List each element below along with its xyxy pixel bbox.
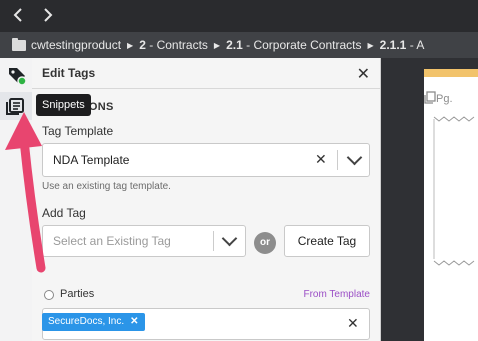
or-badge: or <box>254 232 276 254</box>
tag-icon[interactable] <box>6 64 27 86</box>
back-arrow-icon[interactable] <box>10 6 28 24</box>
tag-template-select[interactable]: NDA Template ✕ <box>42 143 370 177</box>
breadcrumb-root[interactable]: cwtestingproduct <box>31 38 121 52</box>
remove-chip-icon[interactable]: ✕ <box>130 316 138 327</box>
clear-icon[interactable]: ✕ <box>347 315 359 332</box>
breadcrumb-separator-icon: ▶ <box>367 40 374 50</box>
page-torn-edges <box>433 116 475 266</box>
party-chip[interactable]: SecureDocs, Inc. ✕ <box>42 313 145 331</box>
breadcrumb: cwtestingproduct ▶ 2 - Contracts ▶ 2.1 -… <box>0 32 478 58</box>
tag-template-help: Use an existing tag template. <box>42 181 171 192</box>
folder-icon <box>12 37 26 51</box>
page-top-tab <box>424 69 478 77</box>
chevron-down-icon[interactable] <box>346 149 363 166</box>
top-nav-bar <box>0 0 478 32</box>
document-page: Pg. <box>424 69 478 341</box>
panel-header: Edit Tags ✕ <box>32 58 380 89</box>
close-icon[interactable]: ✕ <box>357 64 370 84</box>
add-tag-label: Add Tag <box>42 206 86 220</box>
chevron-down-icon[interactable] <box>221 230 238 247</box>
add-tag-select[interactable]: Select an Existing Tag <box>42 225 246 257</box>
breadcrumb-separator-icon: ▶ <box>127 40 134 50</box>
breadcrumb-item-a[interactable]: 2.1.1 - A <box>380 38 425 52</box>
breadcrumb-separator-icon: ▶ <box>213 40 221 50</box>
from-template-label: From Template <box>303 289 370 300</box>
forward-arrow-icon[interactable] <box>38 6 56 24</box>
parties-label: Parties <box>60 288 95 300</box>
parties-radio[interactable] <box>44 290 54 300</box>
breadcrumb-item-corporate-contracts[interactable]: 2.1 - Corporate Contracts <box>226 38 361 52</box>
page-label: Pg. <box>436 93 453 105</box>
breadcrumb-item-contracts[interactable]: 2 - Contracts <box>139 38 208 52</box>
tag-template-label: Tag Template <box>42 124 114 138</box>
snippets-icon[interactable] <box>0 92 32 120</box>
clear-icon[interactable]: ✕ <box>315 151 327 168</box>
tag-template-value: NDA Template <box>53 153 130 167</box>
add-tag-placeholder: Select an Existing Tag <box>53 234 171 248</box>
pen-icon[interactable] <box>6 128 26 148</box>
page-snippet-icon <box>424 91 436 104</box>
snippets-tooltip: Snippets <box>36 94 91 116</box>
panel-title: Edit Tags <box>42 66 96 80</box>
create-tag-button[interactable]: Create Tag <box>284 225 370 257</box>
left-tool-strip <box>0 58 33 341</box>
